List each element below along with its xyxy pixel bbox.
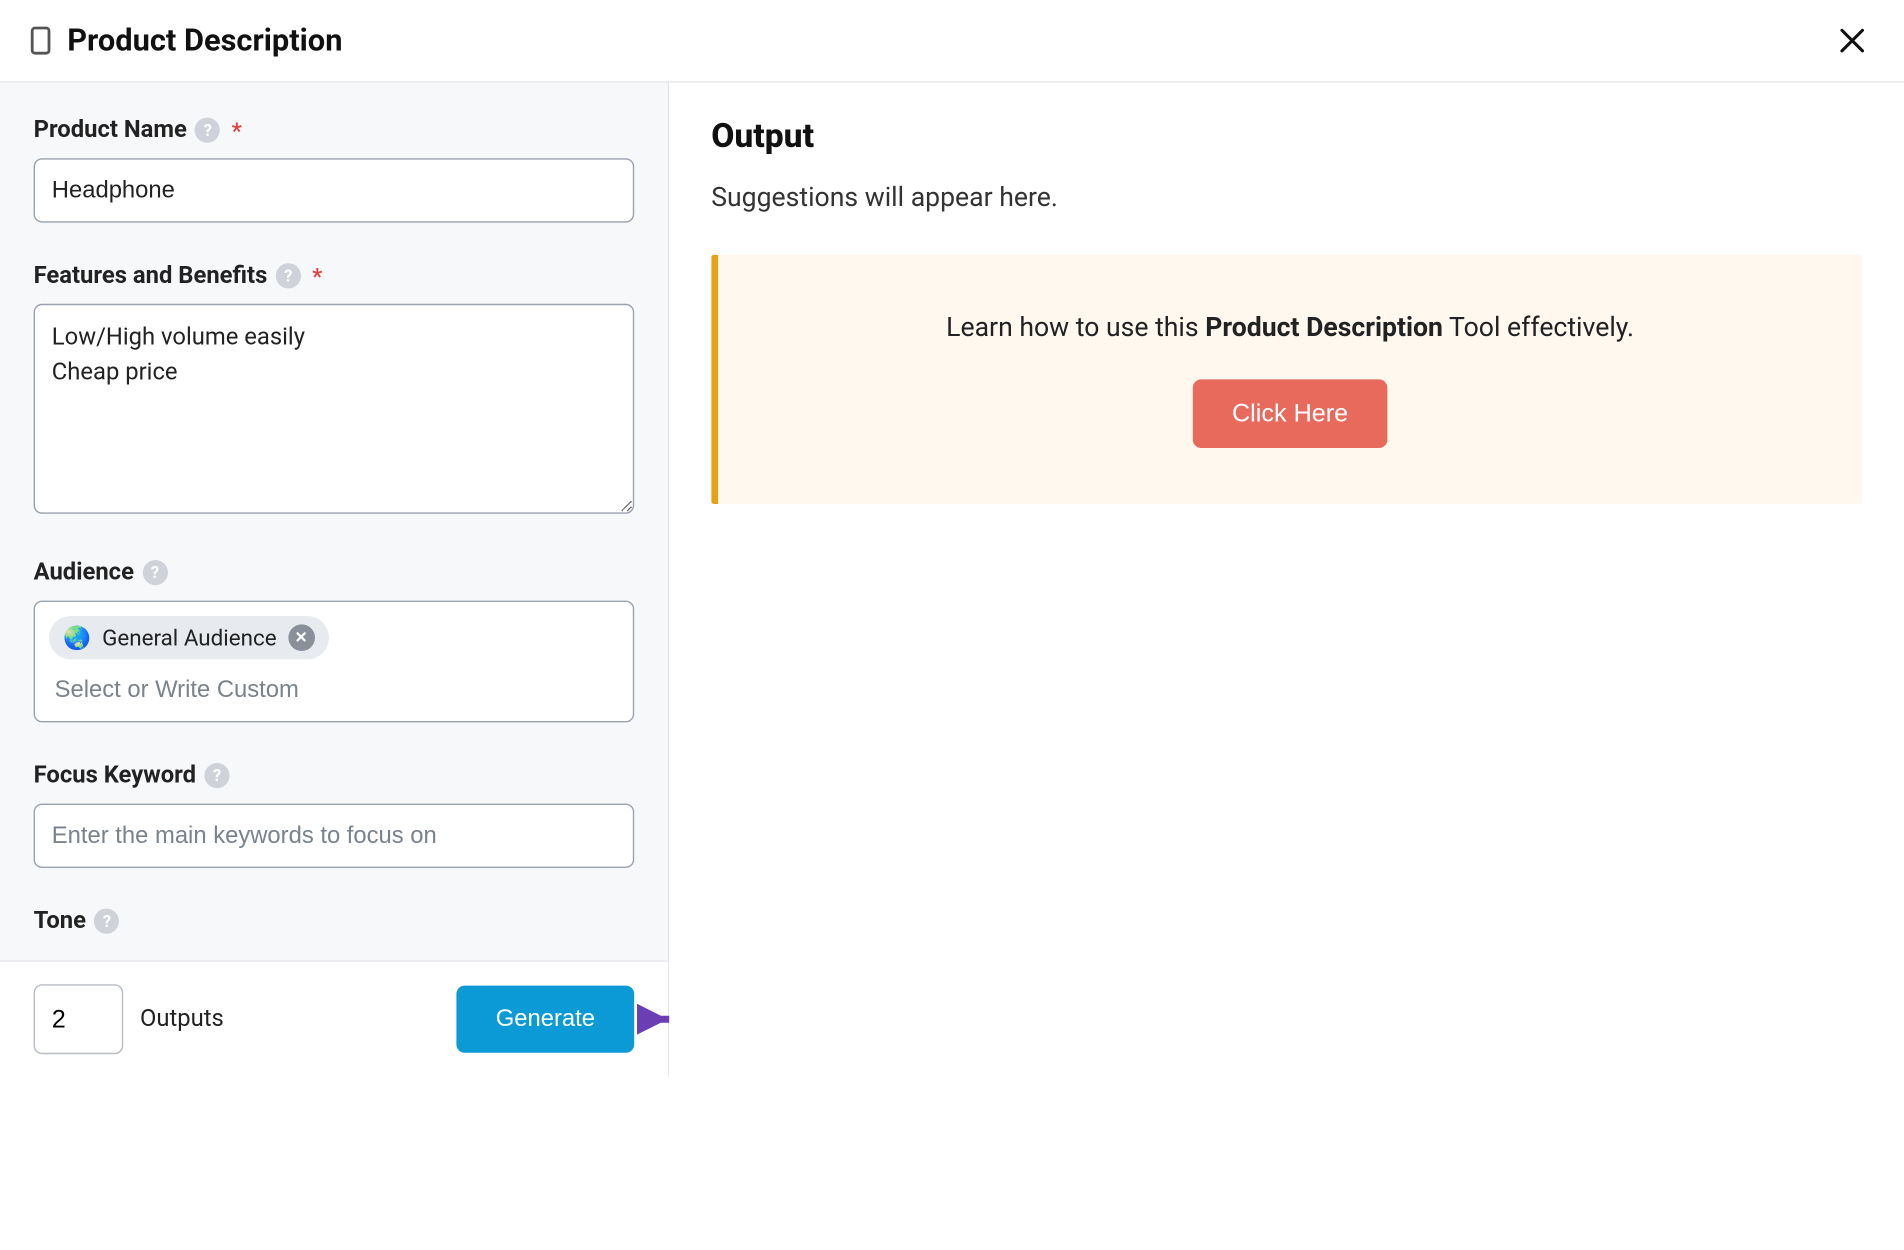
product-name-label: Product Name — [34, 116, 187, 144]
tip-text-bold: Product Description — [1205, 311, 1443, 343]
form-pane: Product Name ? * Features and Benefits ?… — [0, 83, 669, 1077]
field-features: Features and Benefits ? * — [34, 262, 635, 520]
field-audience: Audience ? 🌏 General Audience ✕ — [34, 559, 635, 723]
field-tone: Tone ? — [34, 907, 635, 935]
help-icon[interactable]: ? — [195, 118, 220, 143]
tip-cta-button[interactable]: Click Here — [1193, 379, 1388, 448]
outputs-stepper[interactable] — [34, 984, 124, 1054]
generate-button[interactable]: Generate — [457, 986, 635, 1053]
help-icon[interactable]: ? — [204, 763, 229, 788]
audience-chip-label: General Audience — [102, 624, 276, 651]
tip-callout: Learn how to use this Product Descriptio… — [711, 255, 1862, 504]
help-icon[interactable]: ? — [142, 560, 167, 585]
features-textarea[interactable] — [34, 304, 635, 514]
audience-box[interactable]: 🌏 General Audience ✕ — [34, 601, 635, 723]
tip-text: Learn how to use this Product Descriptio… — [752, 311, 1829, 343]
modal-header: Product Description — [0, 0, 1904, 83]
field-focus-keyword: Focus Keyword ? — [34, 762, 635, 868]
page-title: Product Description — [67, 23, 342, 58]
required-marker: * — [312, 263, 322, 290]
document-icon — [31, 27, 51, 55]
output-pane: Output Suggestions will appear here. Lea… — [669, 83, 1904, 1077]
tip-text-prefix: Learn how to use this — [946, 311, 1205, 343]
outputs-label: Outputs — [140, 1005, 224, 1033]
audience-label: Audience — [34, 559, 134, 587]
help-icon[interactable]: ? — [276, 263, 301, 288]
tip-text-suffix: Tool effectively. — [1443, 311, 1634, 343]
audience-chip: 🌏 General Audience ✕ — [49, 616, 328, 659]
close-icon — [1837, 25, 1868, 56]
tone-label: Tone — [34, 907, 86, 935]
audience-input[interactable] — [49, 659, 619, 712]
form-footer: Outputs Generate — [0, 960, 668, 1076]
required-marker: * — [232, 117, 242, 144]
output-subtitle: Suggestions will appear here. — [711, 181, 1862, 213]
field-product-name: Product Name ? * — [34, 116, 635, 222]
close-button[interactable] — [1831, 20, 1873, 62]
focus-keyword-input[interactable] — [34, 804, 635, 868]
features-label: Features and Benefits — [34, 262, 268, 290]
chip-remove-button[interactable]: ✕ — [288, 624, 315, 651]
globe-icon: 🌏 — [63, 624, 91, 651]
focus-keyword-label: Focus Keyword — [34, 762, 196, 790]
output-title: Output — [711, 116, 1862, 155]
product-name-input[interactable] — [34, 158, 635, 222]
help-icon[interactable]: ? — [94, 909, 119, 934]
